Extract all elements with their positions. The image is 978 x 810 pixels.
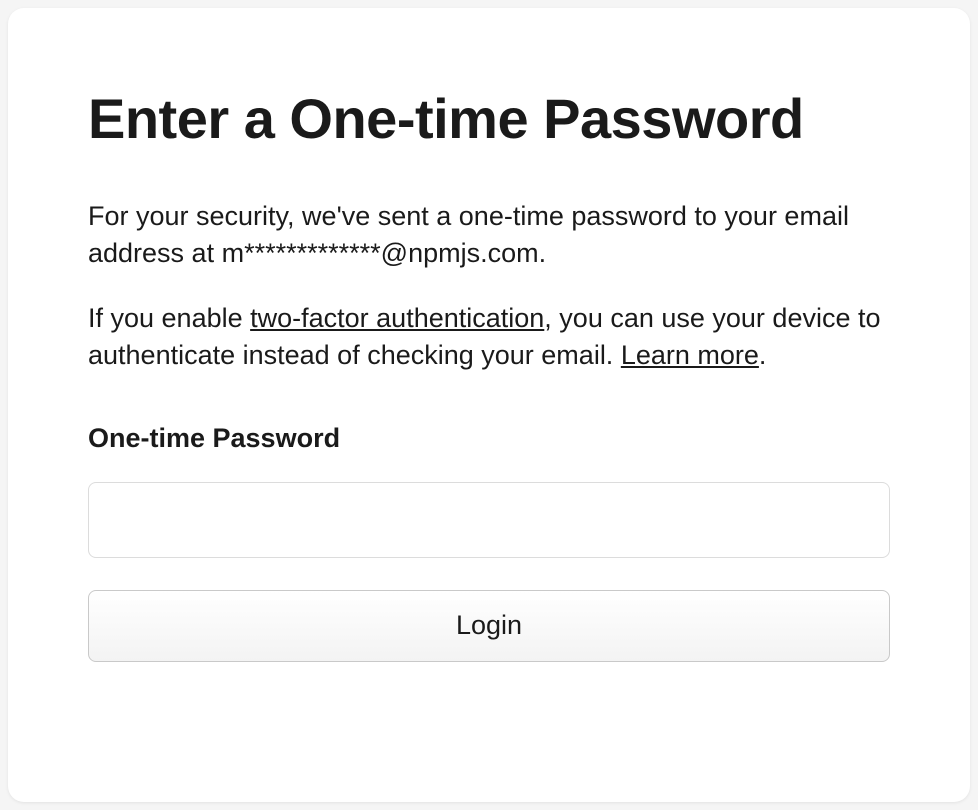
desc2-part3: . [759,340,767,370]
otp-input[interactable] [88,482,890,558]
page-title: Enter a One-time Password [88,88,890,150]
login-button[interactable]: Login [88,590,890,662]
desc1-suffix: . [539,238,547,268]
two-factor-auth-link[interactable]: two-factor authentication [250,303,544,333]
description-sent: For your security, we've sent a one-time… [88,198,890,273]
learn-more-link[interactable]: Learn more [621,340,759,370]
desc2-part1: If you enable [88,303,250,333]
desc1-email: m*************@npmjs.com [222,238,539,268]
otp-card: Enter a One-time Password For your secur… [8,8,970,802]
otp-label: One-time Password [88,423,890,454]
description-2fa: If you enable two-factor authentication,… [88,300,890,375]
